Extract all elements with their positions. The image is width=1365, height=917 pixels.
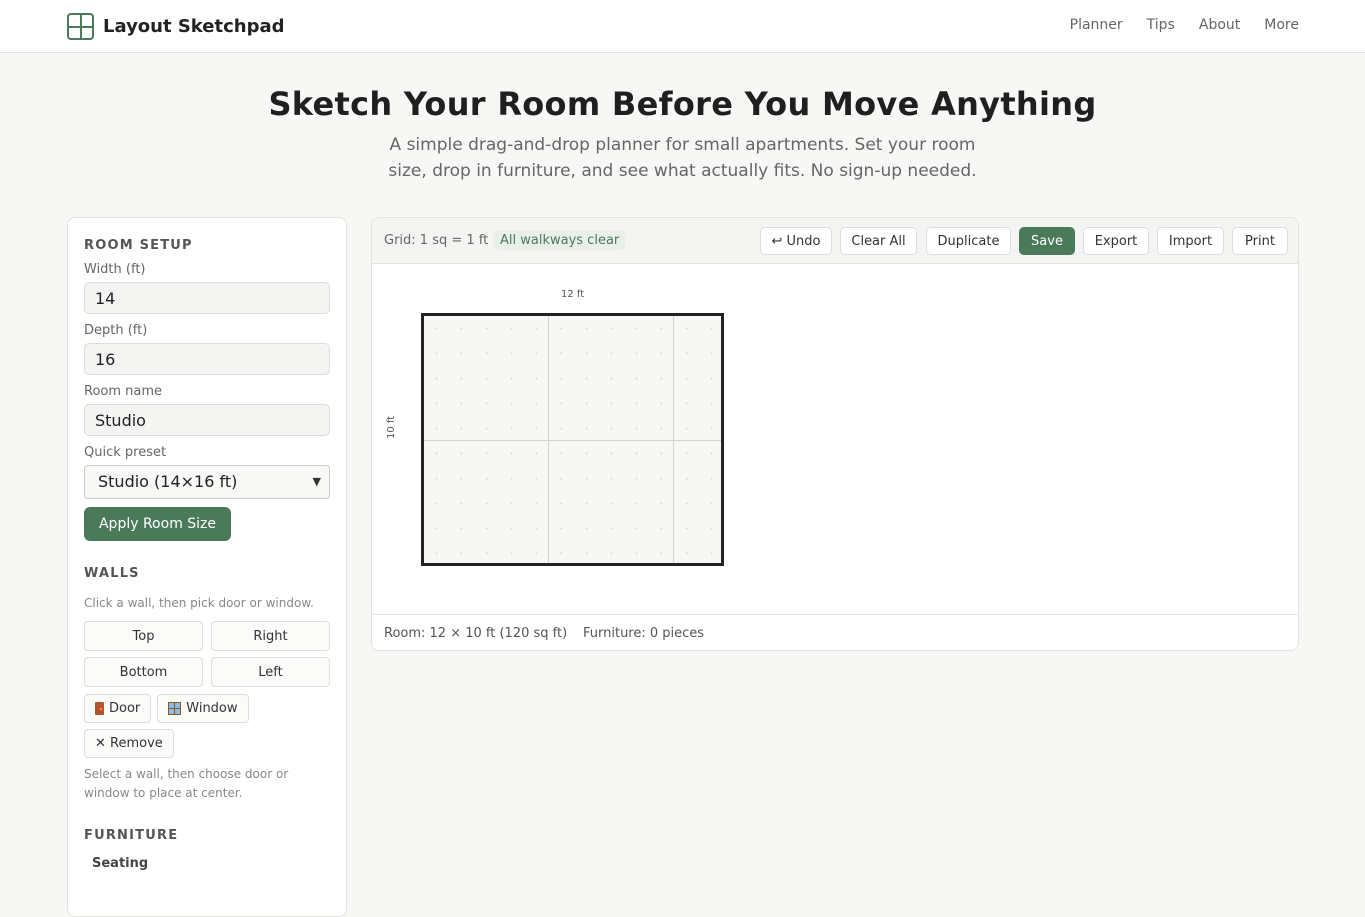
opening-buttons: Door Window: [84, 694, 330, 723]
chevron-down-icon: ▼: [312, 475, 321, 488]
print-button[interactable]: Print: [1232, 227, 1288, 255]
status-footer: Room: 12 × 10 ft (120 sq ft) Furniture: …: [372, 614, 1298, 650]
room-canvas[interactable]: 12 ft 10 ft: [372, 264, 1298, 614]
depth-input[interactable]: [84, 343, 330, 375]
room-depth-label: 10 ft: [386, 415, 397, 439]
wall-top-button[interactable]: Top: [84, 621, 203, 651]
app-title: Layout Sketchpad: [103, 16, 285, 37]
room-width-label: 12 ft: [561, 289, 585, 300]
wall-buttons: Top Right Bottom Left: [84, 621, 330, 687]
remove-row: ✕ Remove: [84, 729, 330, 758]
save-button[interactable]: Save: [1019, 227, 1075, 255]
room-name-label: Room name: [84, 384, 163, 399]
wall-bottom-button[interactable]: Bottom: [84, 657, 203, 687]
workspace: Grid: 1 sq = 1 ft All walkways clear ↩ U…: [371, 217, 1299, 651]
door-button[interactable]: Door: [84, 694, 152, 723]
page-title: Sketch Your Room Before You Move Anythin…: [268, 85, 1097, 123]
preset-select[interactable]: Studio (14×16 ft) ▼: [84, 465, 330, 499]
door-icon: [95, 702, 104, 715]
nav-link-tips[interactable]: Tips: [1147, 17, 1175, 33]
preset-label: Quick preset: [84, 445, 167, 460]
nav-link-more[interactable]: More: [1264, 17, 1299, 33]
depth-label: Depth (ft): [84, 323, 148, 338]
walls-title: WALLS: [84, 566, 140, 581]
walls-hint: Click a wall, then pick door or window.: [84, 596, 314, 610]
wall-right-button[interactable]: Right: [211, 621, 330, 651]
page-subtitle: A simple drag-and-drop planner for small…: [388, 135, 977, 181]
import-button[interactable]: Import: [1157, 227, 1224, 255]
hero: Sketch Your Room Before You Move Anythin…: [0, 53, 1365, 184]
furniture-category-seating[interactable]: Seating: [84, 856, 330, 871]
wall-left-button[interactable]: Left: [211, 657, 330, 687]
apply-room-size-button[interactable]: Apply Room Size: [84, 507, 231, 541]
walls-help: Select a wall, then choose door or windo…: [84, 767, 289, 800]
toolbar: Grid: 1 sq = 1 ft All walkways clear ↩ U…: [372, 218, 1298, 264]
nav-links: Planner Tips About More: [1070, 17, 1299, 33]
preset-select-value: Studio (14×16 ft): [98, 472, 238, 491]
room-setup-title: ROOM SETUP: [84, 238, 193, 253]
grid-layout-icon: [67, 13, 94, 40]
brand[interactable]: Layout Sketchpad: [67, 13, 285, 40]
status-badge: All walkways clear: [494, 231, 626, 250]
room-name-input[interactable]: [84, 404, 330, 436]
sidebar: ROOM SETUP Width (ft) Depth (ft) Room na…: [67, 217, 347, 917]
clear-all-button[interactable]: Clear All: [840, 227, 917, 255]
window-button-label: Window: [186, 701, 238, 716]
undo-button[interactable]: ↩ Undo: [760, 227, 832, 255]
window-button[interactable]: Window: [157, 694, 249, 723]
furniture-count: Furniture: 0 pieces: [583, 626, 705, 641]
door-button-label: Door: [109, 701, 141, 716]
export-button[interactable]: Export: [1083, 227, 1149, 255]
remove-button[interactable]: ✕ Remove: [84, 729, 174, 758]
nav-link-about[interactable]: About: [1199, 17, 1240, 33]
grid-info: Grid: 1 sq = 1 ft: [384, 233, 489, 248]
room-info: Room: 12 × 10 ft (120 sq ft): [384, 626, 568, 641]
nav-link-planner[interactable]: Planner: [1070, 17, 1123, 33]
top-nav: Layout Sketchpad Planner Tips About More: [0, 0, 1365, 53]
duplicate-button[interactable]: Duplicate: [926, 227, 1011, 255]
window-icon: [168, 702, 182, 715]
width-input[interactable]: [84, 282, 330, 314]
room-outline[interactable]: [421, 313, 724, 566]
width-label: Width (ft): [84, 262, 146, 277]
furniture-title: FURNITURE: [84, 828, 179, 843]
